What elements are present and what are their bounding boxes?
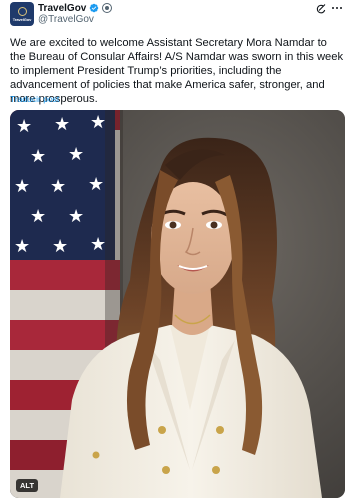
tweet-text: We are excited to welcome Assistant Secr… (10, 37, 344, 105)
svg-text:★: ★ (90, 234, 106, 255)
svg-text:★: ★ (54, 114, 70, 135)
avatar[interactable]: TravelGov (10, 2, 34, 26)
svg-text:★: ★ (90, 112, 106, 133)
svg-text:★: ★ (52, 236, 68, 257)
name-line: TravelGov (38, 2, 113, 14)
more-options-icon[interactable] (331, 2, 343, 14)
avatar-logo-text: TravelGov (12, 16, 32, 22)
portrait-photo: ★ ★ ★ ★ ★ ★ ★ ★ ★ ★ ★ ★ ★ (10, 110, 345, 498)
svg-text:★: ★ (50, 176, 66, 197)
seal-logo-icon (17, 6, 27, 16)
verified-badge-icon[interactable] (89, 3, 99, 13)
tweet-photo[interactable]: ★ ★ ★ ★ ★ ★ ★ ★ ★ ★ ★ ★ ★ ALT (10, 110, 345, 498)
tweet-header: TravelGov TravelGov @TravelGov (10, 2, 343, 26)
display-name[interactable]: TravelGov (38, 3, 86, 14)
svg-text:★: ★ (14, 236, 30, 257)
svg-text:★: ★ (68, 206, 84, 227)
svg-text:★: ★ (14, 176, 30, 197)
translate-post-link[interactable]: Traducir post (10, 94, 59, 104)
svg-text:★: ★ (68, 144, 84, 165)
svg-text:★: ★ (30, 146, 46, 167)
government-badge-icon[interactable] (102, 3, 113, 13)
svg-text:★: ★ (88, 174, 104, 195)
svg-text:★: ★ (30, 206, 46, 227)
grok-icon[interactable] (315, 3, 327, 15)
svg-text:★: ★ (16, 116, 32, 137)
alt-text-badge[interactable]: ALT (16, 479, 39, 492)
handle[interactable]: @TravelGov (38, 14, 94, 25)
